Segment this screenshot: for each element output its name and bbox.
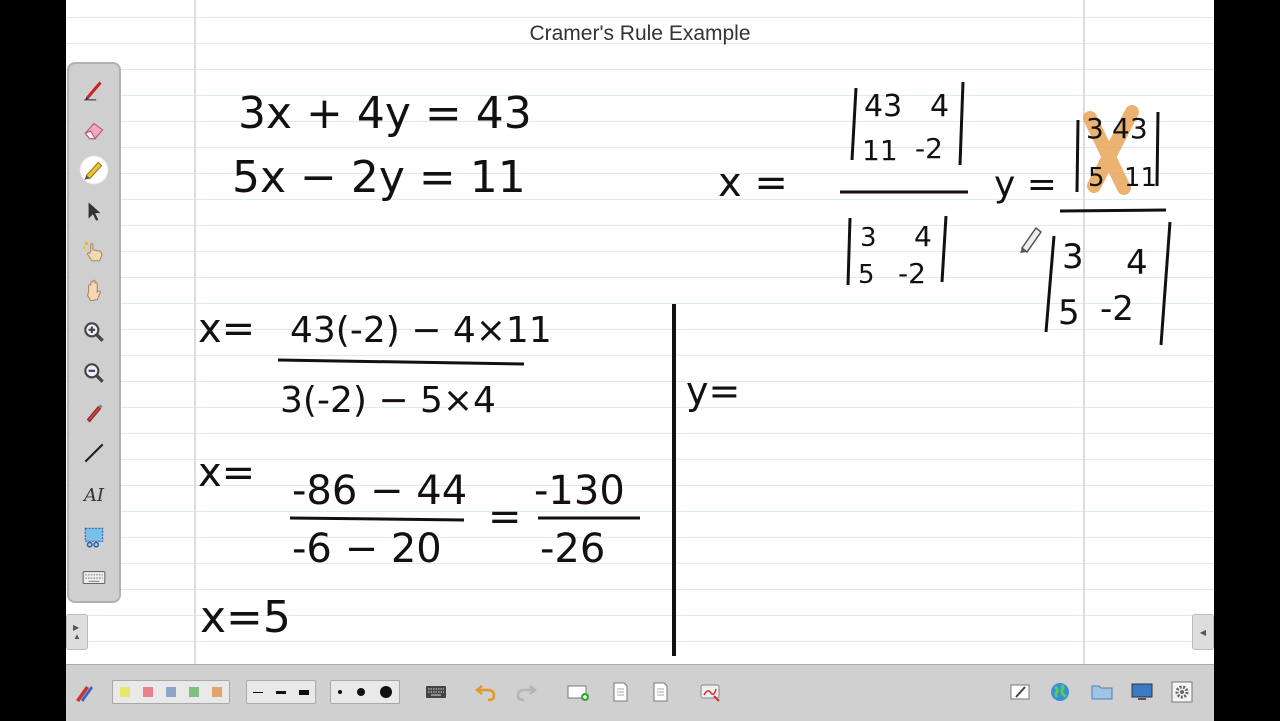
x-num-cell: -2 — [915, 132, 943, 165]
ink-layer: 3x + 4y = 43 5x − 2y = 11 x = 43 4 11 -2… — [198, 81, 1172, 656]
y-num-cell: 3 — [1086, 112, 1104, 145]
line-width-medium[interactable] — [275, 690, 286, 694]
step3-denominator: -26 — [540, 526, 605, 572]
new-page-icon[interactable] — [564, 678, 592, 706]
x-formula-label: x = — [718, 160, 788, 206]
keyboard-icon[interactable] — [79, 562, 109, 592]
color-swatch-red[interactable] — [142, 687, 153, 697]
dot-size-large[interactable] — [379, 686, 392, 698]
select-arrow-icon[interactable] — [79, 196, 109, 226]
keyboard-icon[interactable] — [422, 678, 450, 706]
dot-size-small[interactable] — [338, 690, 343, 694]
x-work-label: x= — [198, 306, 255, 352]
step1-denominator: 3(-2) − 5×4 — [280, 380, 496, 421]
next-page-icon[interactable] — [646, 678, 674, 706]
right-panel-toggle-icon[interactable]: ◀ — [1192, 614, 1214, 650]
pen-settings-icon[interactable] — [70, 678, 98, 706]
line-width-thin[interactable] — [253, 691, 264, 693]
y-den-cell: 5 — [1058, 293, 1080, 333]
display-icon[interactable] — [1128, 678, 1156, 706]
whiteboard-canvas[interactable]: Cramer's Rule Example 3x + 4y = 43 5x − … — [66, 0, 1214, 664]
eraser-icon[interactable] — [79, 115, 109, 145]
y-numerator-determinant: 3 43 5 11 — [1075, 105, 1160, 195]
line-width-group — [246, 680, 316, 704]
folder-icon[interactable] — [1088, 678, 1116, 706]
y-num-cell: 11 — [1124, 163, 1157, 193]
delete-page-icon[interactable] — [696, 678, 724, 706]
step1-numerator: 43(-2) − 4×11 — [290, 310, 552, 351]
y-den-cell: 4 — [1126, 243, 1148, 283]
step2-equals-sign: = — [488, 494, 522, 540]
dot-size-medium[interactable] — [356, 688, 365, 696]
y-den-cell: -2 — [1100, 289, 1134, 329]
line-icon[interactable] — [79, 438, 109, 468]
x-num-cell: 4 — [930, 89, 949, 124]
color-swatch-orange[interactable] — [212, 687, 223, 697]
step3-numerator: -130 — [534, 468, 625, 514]
x-den-cell: -2 — [898, 257, 926, 290]
edit-mode-icon[interactable] — [1006, 678, 1034, 706]
dot-size-group — [330, 680, 400, 704]
y-denominator-determinant: 3 4 5 -2 — [1044, 221, 1172, 346]
x-den-cell: 3 — [860, 223, 877, 253]
globe-icon[interactable] — [1046, 678, 1074, 706]
y-work-label: y= — [686, 369, 740, 413]
y-fraction-bar — [1059, 208, 1167, 213]
previous-page-icon[interactable] — [606, 678, 634, 706]
step2-label: x= — [198, 450, 255, 496]
pan-hand-icon[interactable] — [79, 276, 109, 306]
tool-palette: AI — [67, 62, 121, 603]
y-formula-label: y = — [994, 164, 1057, 205]
equation-1: 3x + 4y = 43 — [238, 88, 532, 139]
color-swatch-blue[interactable] — [165, 687, 176, 697]
x-result: x=5 — [200, 592, 291, 643]
bottom-toolbar — [66, 664, 1214, 721]
pen-icon[interactable] — [79, 74, 109, 104]
x-den-cell: 5 — [858, 260, 875, 290]
settings-gear-icon[interactable] — [1168, 678, 1196, 706]
y-num-cell: 43 — [1112, 112, 1148, 145]
undo-icon[interactable] — [472, 678, 500, 706]
zoom-out-icon[interactable] — [79, 358, 109, 388]
step2-numerator: -86 − 44 — [292, 468, 467, 514]
color-swatch-green[interactable] — [189, 687, 200, 697]
screen-capture-icon[interactable] — [79, 522, 109, 552]
x-denominator-determinant: 3 4 5 -2 — [846, 215, 948, 290]
pen-cursor-icon — [1020, 226, 1043, 254]
y-den-cell: 3 — [1062, 237, 1084, 277]
zoom-in-icon[interactable] — [79, 317, 109, 347]
equation-2: 5x − 2y = 11 — [232, 152, 526, 203]
highlighter-icon[interactable] — [79, 155, 109, 185]
magic-pen-icon[interactable] — [79, 236, 109, 266]
left-panel-toggle-icon[interactable]: ▶ ▲ — [66, 614, 88, 650]
x-num-cell: 43 — [864, 89, 902, 124]
step2-denominator: -6 − 20 — [292, 526, 442, 572]
x-num-cell: 11 — [862, 134, 898, 167]
screen-pen-icon[interactable] — [79, 398, 109, 428]
redo-icon[interactable] — [512, 678, 540, 706]
step1-fraction-bar — [277, 358, 525, 366]
pen-color-group — [112, 680, 230, 704]
x-numerator-determinant: 43 4 11 -2 — [850, 81, 965, 167]
text-icon[interactable]: AI — [79, 480, 109, 510]
color-swatch-yellow[interactable] — [119, 687, 130, 697]
step2-fraction-bar — [289, 516, 465, 522]
text-tool-label: AI — [83, 484, 105, 506]
y-num-cell: 5 — [1088, 163, 1105, 193]
x-den-cell: 4 — [914, 220, 932, 253]
line-width-thick[interactable] — [298, 689, 309, 695]
